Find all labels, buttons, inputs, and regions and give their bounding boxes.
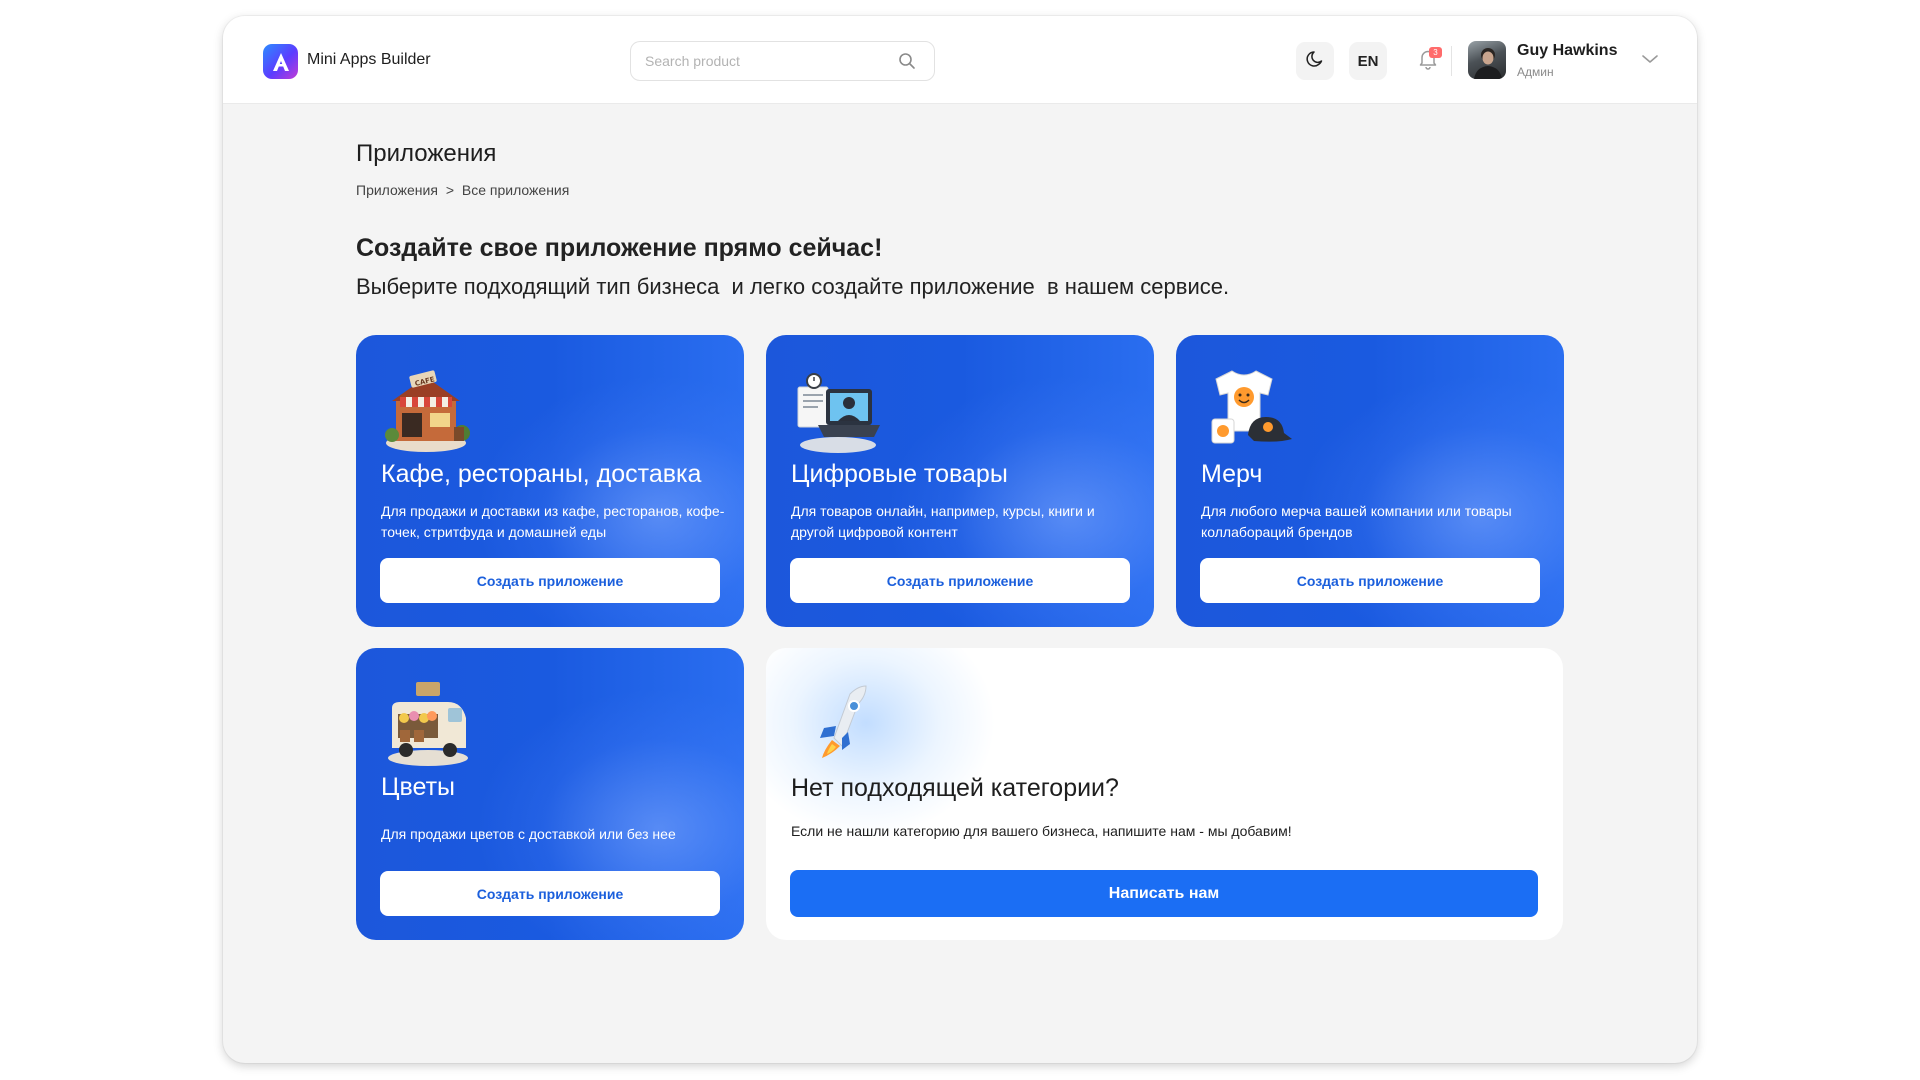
top-header: Mini Apps Builder EN — [223, 16, 1697, 104]
category-card-cafe: CAFE Кафе, рестораны, доставка Для прода… — [356, 335, 744, 627]
logo-icon[interactable] — [263, 44, 298, 79]
breadcrumb-item-apps[interactable]: Приложения — [356, 182, 438, 198]
card-description: Для любого мерча вашей компании или това… — [1201, 503, 1512, 540]
rocket-illustration — [810, 684, 874, 765]
header-divider — [1451, 46, 1452, 76]
create-app-button-merch[interactable]: Создать приложение — [1200, 558, 1540, 603]
breadcrumb-separator: > — [445, 182, 454, 198]
cafe-illustration: CAFE — [378, 361, 474, 457]
notifications-button[interactable]: 3 — [1409, 42, 1447, 80]
merch-illustration — [1198, 361, 1294, 457]
category-card-flowers: Цветы Для продажи цветов с доставкой или… — [356, 648, 744, 940]
create-app-button-cafe[interactable]: Создать приложение — [380, 558, 720, 603]
category-card-digital: Цифровые товары Для товаров онлайн, напр… — [766, 335, 1154, 627]
avatar[interactable] — [1468, 41, 1506, 79]
create-app-button-digital[interactable]: Создать приложение — [790, 558, 1130, 603]
category-card-merch: Мерч Для любого мерча вашей компании или… — [1176, 335, 1564, 627]
create-app-button-flowers[interactable]: Создать приложение — [380, 871, 720, 916]
flower-van-illustration — [378, 674, 474, 770]
user-name[interactable]: Guy Hawkins — [1517, 42, 1617, 60]
chevron-down-icon[interactable] — [1641, 52, 1659, 70]
no-category-title: Нет подходящей категории? — [791, 774, 1119, 802]
no-category-card: Нет подходящей категории? Если не нашли … — [766, 648, 1563, 940]
card-title: Мерч — [1201, 460, 1263, 488]
card-title: Кафе, рестораны, доставка — [381, 460, 702, 488]
card-title: Цветы — [381, 773, 455, 801]
app-window: Mini Apps Builder EN — [223, 16, 1697, 1063]
user-role: Админ — [1517, 65, 1554, 79]
breadcrumb: Приложения > Все приложения — [356, 182, 569, 198]
page-title: Приложения — [356, 140, 497, 167]
card-description: Для продажи цветов с доставкой или без н… — [381, 826, 676, 842]
search-box[interactable] — [630, 41, 935, 81]
card-description: Для товаров онлайн, например, курсы, кни… — [791, 503, 1095, 540]
no-category-description: Если не нашли категорию для вашего бизне… — [791, 823, 1292, 839]
search-icon[interactable] — [898, 52, 916, 75]
card-description: Для продажи и доставки из кафе, ресторан… — [381, 503, 725, 540]
notification-badge: 3 — [1429, 47, 1442, 58]
moon-icon — [1305, 49, 1325, 73]
hero-subline: Выберите подходящий тип бизнеса и легко … — [356, 274, 1230, 299]
card-title: Цифровые товары — [791, 460, 1008, 488]
breadcrumb-item-all-apps: Все приложения — [461, 182, 570, 198]
contact-us-button[interactable]: Написать нам — [790, 870, 1538, 917]
card-glow — [766, 648, 996, 838]
theme-toggle-button[interactable] — [1296, 42, 1334, 80]
hero-headline: Создайте свое приложение прямо сейчас! — [356, 234, 883, 262]
app-name: Mini Apps Builder — [307, 51, 431, 68]
laptop-illustration — [788, 361, 884, 457]
search-input[interactable] — [645, 42, 885, 80]
language-button[interactable]: EN — [1349, 42, 1387, 80]
